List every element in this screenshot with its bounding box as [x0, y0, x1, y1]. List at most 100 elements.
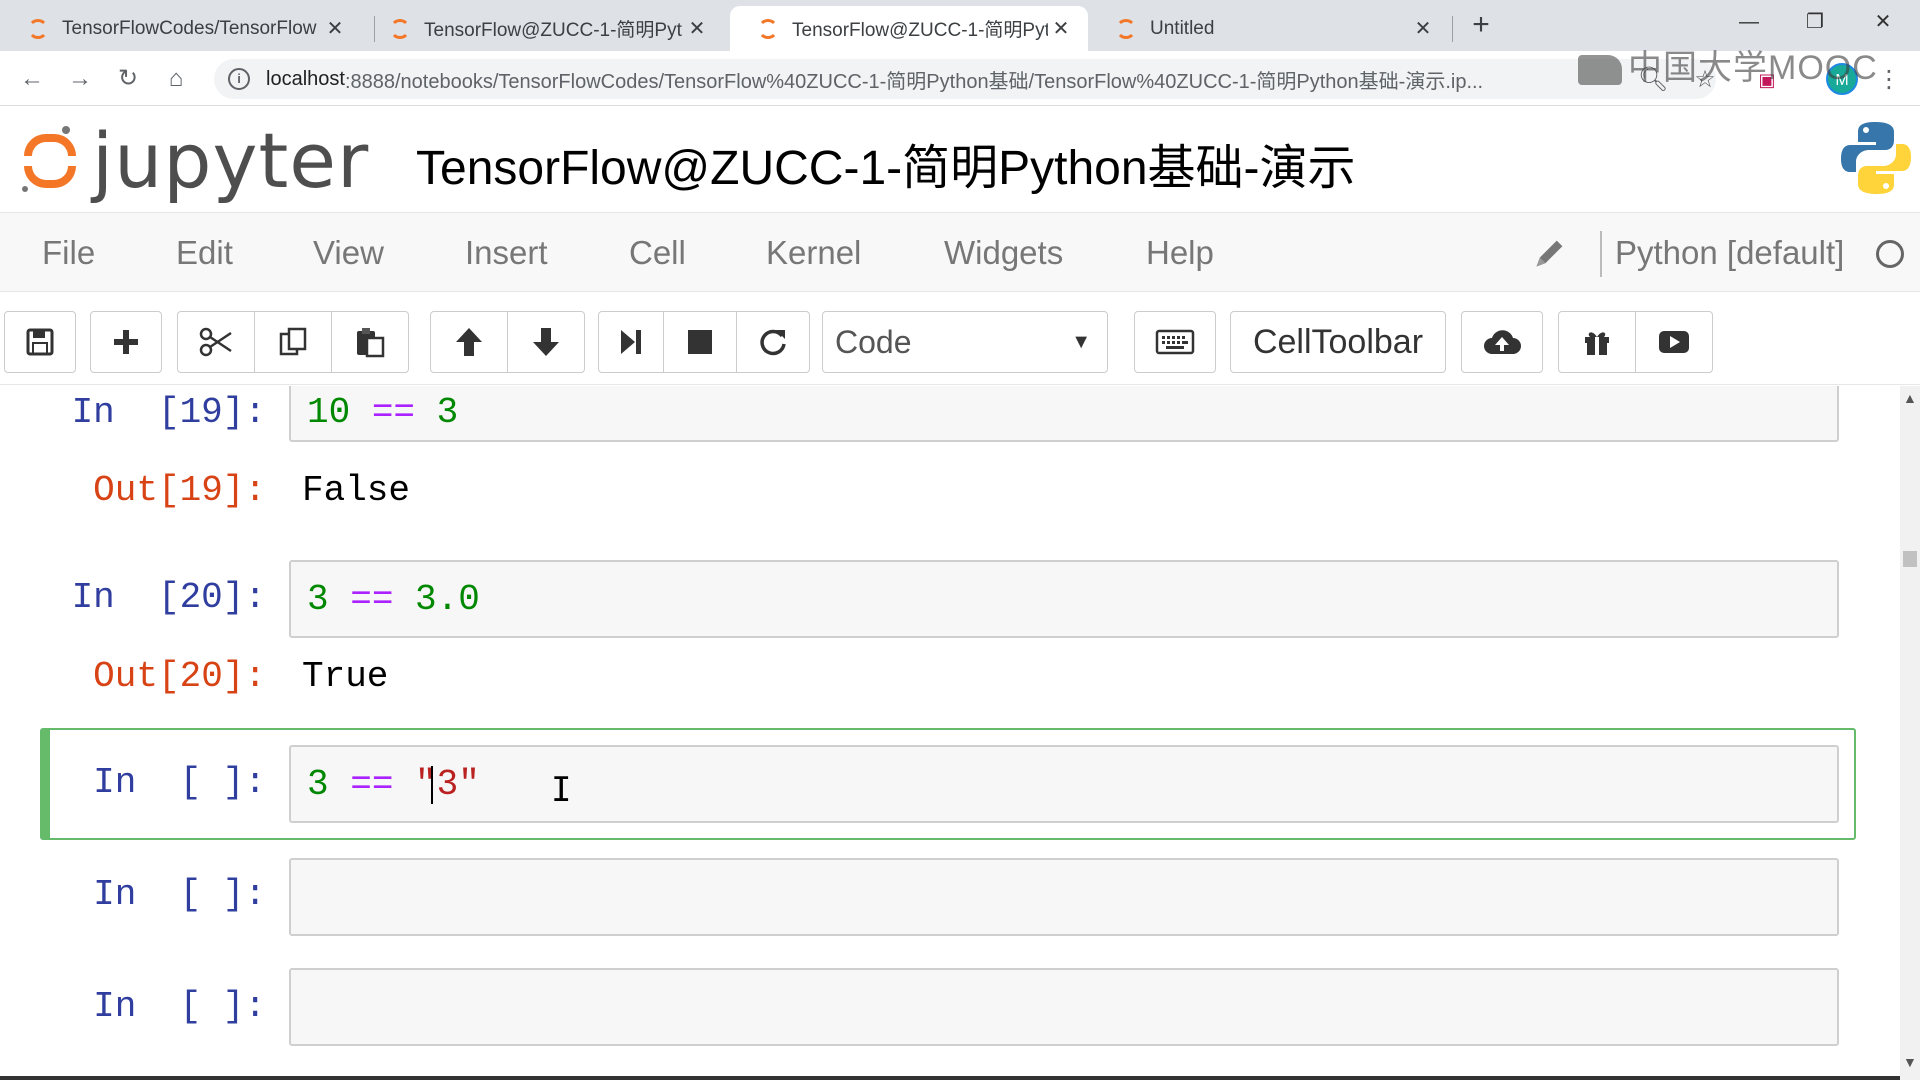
python-logo-icon: [1841, 122, 1911, 194]
close-window-button[interactable]: ✕: [1850, 0, 1916, 44]
tab-title: Untitled: [1150, 17, 1215, 39]
minimize-window-button[interactable]: —: [1716, 0, 1782, 44]
cell-output-prompt: Out[20]:: [93, 656, 266, 697]
url-path: :8888/notebooks/TensorFlowCodes/TensorFl…: [344, 70, 1484, 93]
code-input-area[interactable]: [289, 858, 1839, 936]
menu-help[interactable]: Help: [1146, 213, 1214, 293]
mouse-ibeam-cursor-icon: I: [551, 770, 572, 810]
menu-file[interactable]: File: [42, 213, 95, 293]
restore-window-button[interactable]: ❐: [1782, 0, 1848, 44]
cell-input-prompt: In [ ]:: [93, 874, 266, 915]
run-cell-button[interactable]: [598, 311, 664, 373]
notebook-container: In [19]: 10 == 3 Out[19]: False In [20]:…: [0, 386, 1900, 1080]
arrow-up-icon: [456, 328, 482, 356]
tab-title: TensorFlowCodes/TensorFlow: [62, 17, 317, 39]
cut-cells-button[interactable]: [177, 311, 255, 373]
jupyter-header: jupyter TensorFlow@ZUCC-1-简明Python基础-演示: [0, 106, 1920, 212]
scroll-down-arrow-icon[interactable]: ▼: [1903, 1054, 1917, 1070]
cell-output-prompt: Out[19]:: [93, 470, 266, 511]
forward-button[interactable]: →: [60, 59, 100, 99]
code-input-area[interactable]: 3 == 3.0: [289, 560, 1839, 638]
bottom-border: [0, 1076, 1900, 1080]
cell-input-prompt: In [19]:: [71, 392, 266, 433]
code-input-area-active[interactable]: 3 == "3": [289, 745, 1839, 823]
paste-cells-button[interactable]: [331, 311, 409, 373]
menu-view[interactable]: View: [313, 213, 384, 293]
celltoolbar-label: CellToolbar: [1252, 322, 1424, 361]
slideshow-button[interactable]: [1635, 311, 1713, 373]
copy-cells-button[interactable]: [254, 311, 332, 373]
site-info-icon[interactable]: i: [228, 68, 250, 90]
plus-icon: [114, 330, 138, 354]
jupyter-logo-icon: [22, 126, 78, 194]
back-button[interactable]: ←: [12, 59, 52, 99]
move-cell-down-button[interactable]: [507, 311, 585, 373]
watermark-text: 中国大学MOOC: [1628, 49, 1878, 87]
code-token: ==: [350, 764, 394, 805]
jupyter-favicon-icon: [1116, 18, 1136, 39]
browser-tab[interactable]: TensorFlowCodes/TensorFlow ✕: [0, 6, 362, 51]
refresh-icon: [760, 329, 786, 356]
gift-button[interactable]: [1558, 311, 1636, 373]
home-button[interactable]: ⌂: [156, 59, 196, 99]
jupyter-favicon-icon: [28, 18, 48, 39]
close-tab-icon[interactable]: ✕: [322, 16, 348, 41]
browser-tab[interactable]: TensorFlow@ZUCC-1-简明Pyt ✕: [362, 6, 724, 51]
cell-input-prompt: In [20]:: [71, 577, 266, 618]
mooc-watermark: 中国大学MOOC: [1578, 40, 1878, 89]
scroll-up-arrow-icon[interactable]: ▲: [1903, 390, 1917, 406]
code-token: 3: [307, 764, 329, 805]
tab-separator: [1452, 16, 1453, 42]
menu-kernel[interactable]: Kernel: [766, 213, 861, 293]
celltoolbar-button[interactable]: CellToolbar: [1230, 311, 1446, 373]
jupyter-logo[interactable]: jupyter: [22, 116, 369, 206]
save-button[interactable]: [4, 311, 76, 373]
notebook-scrollbar[interactable]: [1900, 386, 1920, 1080]
menu-widgets[interactable]: Widgets: [944, 213, 1063, 293]
code-line: 3 == 3.0: [307, 579, 480, 620]
menu-edit[interactable]: Edit: [176, 213, 233, 293]
cell-output-text: False: [302, 470, 411, 511]
code-string-token: "3": [415, 764, 480, 805]
cell-output-text: True: [302, 656, 389, 697]
mooc-logo-icon: [1578, 55, 1622, 86]
keyboard-icon: [1155, 329, 1195, 355]
menu-bar: File Edit View Insert Cell Kernel Widget…: [0, 212, 1920, 292]
command-palette-button[interactable]: [1134, 311, 1216, 373]
notebook-title[interactable]: TensorFlow@ZUCC-1-简明Python基础-演示: [416, 128, 1356, 198]
code-input-area[interactable]: 10 == 3: [289, 386, 1839, 442]
close-tab-icon[interactable]: ✕: [684, 16, 710, 41]
code-token: 3.0: [415, 579, 480, 620]
address-bar[interactable]: i localhost :8888/notebooks/TensorFlowCo…: [214, 59, 1716, 99]
restart-kernel-button[interactable]: [736, 311, 810, 373]
reload-button[interactable]: ↻: [108, 59, 148, 99]
kernel-name[interactable]: Python [default]: [1615, 213, 1844, 293]
paste-icon: [357, 328, 385, 358]
cell-type-select[interactable]: Code ▼: [822, 311, 1108, 373]
close-tab-icon[interactable]: ✕: [1410, 16, 1436, 41]
new-tab-button[interactable]: +: [1466, 8, 1496, 42]
interrupt-kernel-button[interactable]: [663, 311, 737, 373]
jupyter-favicon-icon: [758, 18, 778, 39]
cell-input-prompt: In [ ]:: [93, 986, 266, 1027]
upload-cloud-button[interactable]: [1461, 311, 1543, 373]
insert-cell-below-button[interactable]: [90, 311, 162, 373]
code-input-area[interactable]: [289, 968, 1839, 1046]
text-cursor: [431, 766, 433, 804]
move-cell-up-button[interactable]: [430, 311, 508, 373]
browser-tab[interactable]: Untitled ✕: [1088, 6, 1450, 51]
browser-tab-active[interactable]: TensorFlow@ZUCC-1-简明Pyt ✕: [730, 6, 1088, 51]
kernel-separator: [1600, 231, 1602, 277]
cell-input-prompt: In [ ]:: [93, 762, 266, 803]
gift-icon: [1585, 332, 1609, 355]
code-token: ==: [350, 579, 394, 620]
scrollbar-thumb[interactable]: [1903, 551, 1917, 567]
code-token: 10: [307, 392, 351, 433]
menu-cell[interactable]: Cell: [629, 213, 686, 293]
close-tab-icon[interactable]: ✕: [1048, 16, 1074, 41]
notebook-toolbar: Code ▼ CellToolbar: [0, 293, 1920, 385]
code-line: 3 == "3": [307, 764, 480, 805]
tab-title: TensorFlow@ZUCC-1-简明Pyt: [424, 20, 682, 41]
menu-insert[interactable]: Insert: [465, 213, 548, 293]
save-icon: [26, 328, 54, 356]
